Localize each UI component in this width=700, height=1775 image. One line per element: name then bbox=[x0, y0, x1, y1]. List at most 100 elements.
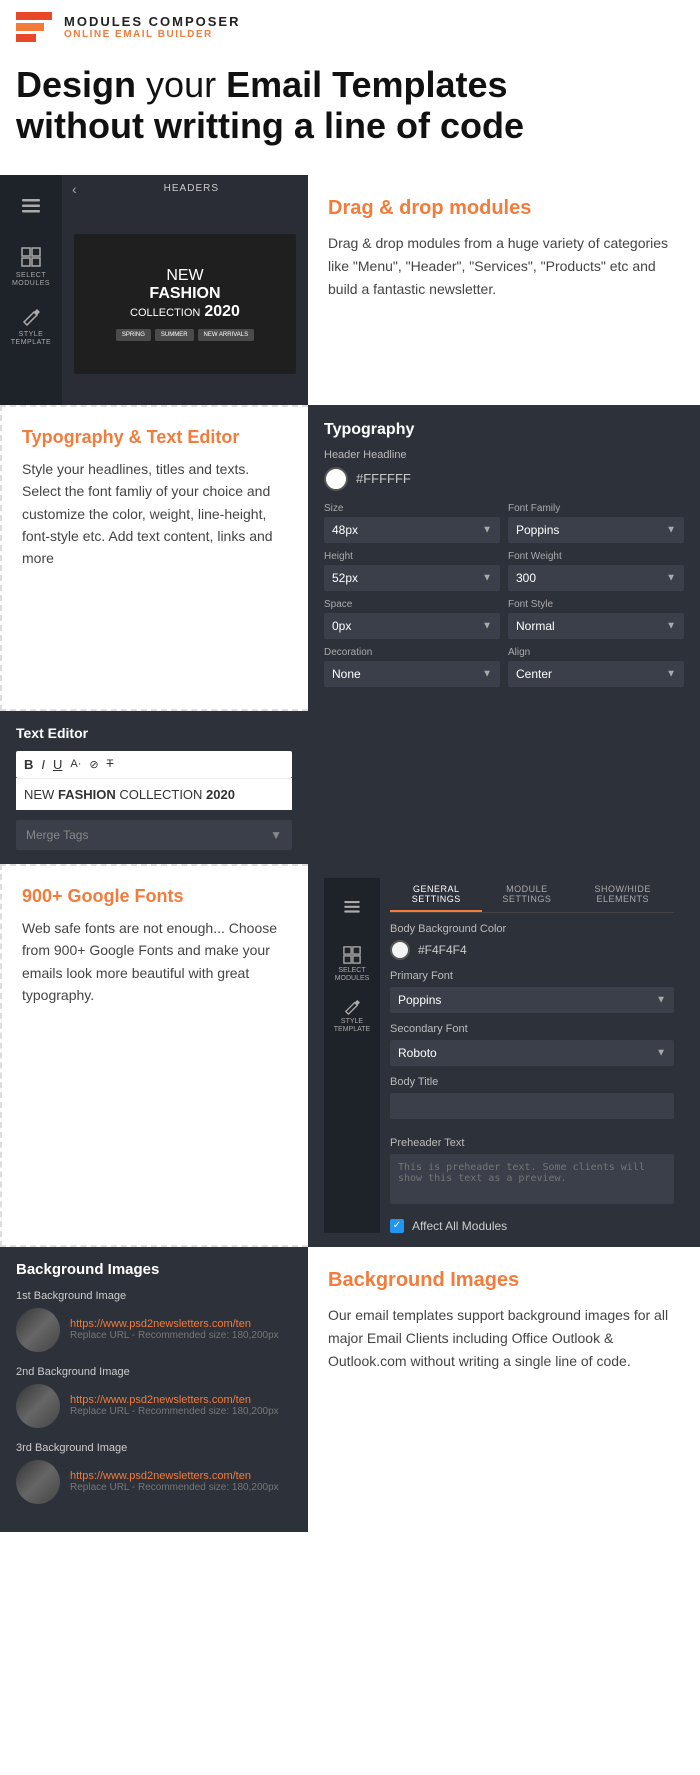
preview-back-btn[interactable]: ‹ bbox=[72, 181, 77, 197]
underline-btn[interactable]: U bbox=[53, 757, 62, 772]
dnd-text: Drag & drop modules from a huge variety … bbox=[328, 232, 680, 301]
editor-content: NEW FASHION COLLECTION 2020 bbox=[16, 778, 292, 810]
bg-images-col: Background Images 1st Background Image h… bbox=[0, 1247, 308, 1532]
align-select[interactable]: Center bbox=[508, 661, 684, 687]
body-bg-label: Body Background Color bbox=[390, 923, 674, 935]
hero-email-templates: Email Templates bbox=[226, 64, 507, 105]
font-family-select[interactable]: Poppins bbox=[508, 517, 684, 543]
settings-modules-label: SELECT MODULES bbox=[328, 967, 376, 984]
decoration-select-wrapper: None ▼ bbox=[324, 661, 500, 687]
typography-feature-title: Typography & Text Editor bbox=[22, 427, 288, 448]
logo-bar-1 bbox=[16, 12, 52, 20]
hamburger-menu-btn[interactable] bbox=[10, 187, 52, 229]
section-bg-images: Background Images 1st Background Image h… bbox=[0, 1247, 700, 1532]
primary-font-select[interactable]: Poppins bbox=[390, 987, 674, 1013]
settings-style-btn[interactable]: STYLE TEMPLATE bbox=[331, 996, 373, 1038]
bg-image-item-3: 3rd Background Image https://www.psd2new… bbox=[16, 1442, 292, 1504]
logo-bar-2 bbox=[16, 23, 44, 31]
font-family-select-wrapper: Poppins ▼ bbox=[508, 517, 684, 543]
editor-toolbar: B I U A· ⊘ T bbox=[16, 751, 292, 778]
height-select[interactable]: 52px bbox=[324, 565, 500, 591]
body-bg-swatch[interactable] bbox=[390, 940, 410, 960]
dnd-panel: Drag & drop modules Drag & drop modules … bbox=[308, 175, 700, 405]
settings-fields: GENERAL SETTINGS MODULE SETTINGS SHOW/HI… bbox=[380, 878, 684, 1233]
bold-btn[interactable]: B bbox=[24, 757, 33, 772]
text-editor-col: Text Editor B I U A· ⊘ T NEW FASHION COL… bbox=[0, 711, 308, 864]
style-template-btn[interactable]: STYLE TEMPLATE bbox=[10, 307, 52, 349]
tab-showhide-elements[interactable]: SHOW/HIDE ELEMENTS bbox=[571, 878, 674, 912]
hero-heading: Design your Email Templates without writ… bbox=[16, 64, 684, 147]
color-swatch-white[interactable] bbox=[324, 467, 348, 491]
height-label: Height bbox=[324, 551, 500, 562]
google-fonts-box: 900+ Google Fonts Web safe fonts are not… bbox=[0, 864, 308, 1247]
hero-section: Design your Email Templates without writ… bbox=[0, 54, 700, 175]
decoration-field: Decoration None ▼ bbox=[324, 647, 500, 687]
bg-item1-row: https://www.psd2newsletters.com/ten Repl… bbox=[16, 1308, 292, 1352]
text-editor-panel: Text Editor B I U A· ⊘ T NEW FASHION COL… bbox=[0, 711, 308, 864]
italic-btn[interactable]: I bbox=[41, 757, 45, 772]
select-modules-label: SELECT MODULES bbox=[6, 272, 56, 289]
hero-line2: without writting a line of code bbox=[16, 105, 524, 146]
text-editor-title: Text Editor bbox=[16, 725, 292, 741]
editor-fashion: FASHION bbox=[58, 787, 116, 802]
logo-subtitle: ONLINE EMAIL BUILDER bbox=[64, 29, 240, 40]
strikethrough-btn[interactable]: T bbox=[107, 758, 114, 770]
body-title-input[interactable] bbox=[390, 1093, 674, 1119]
google-fonts-title: 900+ Google Fonts bbox=[22, 886, 288, 907]
bg-item1-label: 1st Background Image bbox=[16, 1290, 292, 1302]
settings-select-modules-btn[interactable]: SELECT MODULES bbox=[331, 944, 373, 986]
fashion-banner: NEW FASHION COLLECTION 2020 SPRING SUMME… bbox=[74, 234, 295, 374]
header-headline-label: Header Headline bbox=[324, 449, 684, 461]
decoration-select[interactable]: None bbox=[324, 661, 500, 687]
tab-module-settings[interactable]: MODULE SETTINGS bbox=[482, 878, 571, 912]
space-select-wrapper: 0px ▼ bbox=[324, 613, 500, 639]
font-size-btn[interactable]: A· bbox=[70, 758, 81, 770]
font-weight-label: Font Weight bbox=[508, 551, 684, 562]
bg-url-2[interactable]: https://www.psd2newsletters.com/ten bbox=[70, 1394, 279, 1406]
section-text-editor: Text Editor B I U A· ⊘ T NEW FASHION COL… bbox=[0, 711, 700, 864]
space-select[interactable]: 0px bbox=[324, 613, 500, 639]
bg-hint-1: Replace URL - Recommended size: 180,200p… bbox=[70, 1330, 279, 1341]
banner-buttons: SPRING SUMMER NEW ARRIVALS bbox=[116, 329, 254, 341]
decoration-label: Decoration bbox=[324, 647, 500, 658]
bg-item2-label: 2nd Background Image bbox=[16, 1366, 292, 1378]
tab-general-settings[interactable]: GENERAL SETTINGS bbox=[390, 878, 482, 912]
google-fonts-col: 900+ Google Fonts Web safe fonts are not… bbox=[0, 864, 308, 1247]
logo-bar-3 bbox=[16, 34, 36, 42]
empty-right-col bbox=[308, 711, 700, 864]
merge-tags-bar[interactable]: Merge Tags ▼ bbox=[16, 820, 292, 850]
banner-year: 2020 bbox=[204, 303, 240, 321]
merge-tags-arrow: ▼ bbox=[270, 828, 282, 842]
settings-sidenav: SELECT MODULES STYLE TEMPLATE bbox=[324, 878, 380, 1233]
bg-images-feature-col: Background Images Our email templates su… bbox=[308, 1247, 700, 1532]
decoration-align-grid: Decoration None ▼ Align Center ▼ bbox=[324, 647, 684, 687]
bg-thumb-2 bbox=[16, 1384, 60, 1428]
summer-btn[interactable]: SUMMER bbox=[155, 329, 194, 341]
bg-url-3[interactable]: https://www.psd2newsletters.com/ten bbox=[70, 1470, 279, 1482]
preview-title: HEADERS bbox=[85, 183, 298, 194]
bg-url-block-2: https://www.psd2newsletters.com/ten Repl… bbox=[70, 1394, 279, 1417]
height-weight-grid: Height 52px ▼ Font Weight 300 ▼ bbox=[324, 551, 684, 591]
bg-url-1[interactable]: https://www.psd2newsletters.com/ten bbox=[70, 1318, 279, 1330]
logo-text: MODULES COMPOSER ONLINE EMAIL BUILDER bbox=[64, 14, 240, 40]
font-style-select-wrapper: Normal ▼ bbox=[508, 613, 684, 639]
height-select-wrapper: 52px ▼ bbox=[324, 565, 500, 591]
font-style-select[interactable]: Normal bbox=[508, 613, 684, 639]
secondary-font-select[interactable]: Roboto bbox=[390, 1040, 674, 1066]
section-builder-dnd: SELECT MODULES STYLE TEMPLATE ‹ HEADERS bbox=[0, 175, 700, 405]
preheader-textarea[interactable] bbox=[390, 1154, 674, 1204]
select-modules-btn[interactable]: SELECT MODULES bbox=[10, 247, 52, 289]
new-arrivals-btn[interactable]: NEW ARRIVALS bbox=[198, 329, 255, 341]
spring-btn[interactable]: SPRING bbox=[116, 329, 151, 341]
section-typography: Typography & Text Editor Style your head… bbox=[0, 405, 700, 711]
google-fonts-text: Web safe fonts are not enough... Choose … bbox=[22, 917, 288, 1007]
bg-images-feature-title: Background Images bbox=[328, 1269, 680, 1292]
size-select[interactable]: 48px bbox=[324, 517, 500, 543]
affect-checkbox[interactable]: ✓ bbox=[390, 1219, 404, 1233]
settings-tabs-row: GENERAL SETTINGS MODULE SETTINGS SHOW/HI… bbox=[390, 878, 674, 913]
settings-hamburger-btn[interactable] bbox=[331, 888, 373, 930]
bg-thumb-1 bbox=[16, 1308, 60, 1352]
bg-hint-3: Replace URL - Recommended size: 180,200p… bbox=[70, 1482, 279, 1493]
link-btn[interactable]: ⊘ bbox=[89, 758, 98, 771]
font-weight-select[interactable]: 300 bbox=[508, 565, 684, 591]
